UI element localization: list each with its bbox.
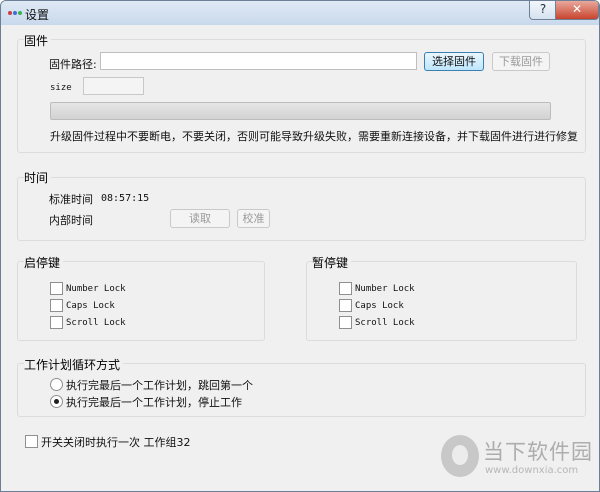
schedule-stop-label[interactable]: 执行完最后一个工作计划，停止工作 xyxy=(66,394,242,410)
pause-key-scrolllock-label[interactable]: Scroll Lock xyxy=(355,318,415,328)
upgrade-progress-bar xyxy=(50,102,551,120)
pause-key-section-title: 暂停键 xyxy=(312,254,352,271)
internal-time-label: 内部时间 xyxy=(49,214,93,227)
downxia-logo-icon xyxy=(441,435,479,477)
pause-key-numlock-label[interactable]: Number Lock xyxy=(355,284,415,294)
upgrade-warning-text: 升级固件过程中不要断电，不要关闭，否则可能导致升级失败，需要重新连接设备，并下载… xyxy=(50,130,578,143)
size-label: size xyxy=(50,83,72,93)
watermark-url: www.downxia.com xyxy=(485,465,579,476)
firmware-section-title: 固件 xyxy=(24,32,52,49)
start-key-scrolllock-checkbox[interactable] xyxy=(50,316,63,329)
download-firmware-button[interactable]: 下载固件 xyxy=(492,52,550,71)
watermark: 当下软件园 www.downxia.com xyxy=(441,433,593,483)
pause-key-scrolllock-checkbox[interactable] xyxy=(339,316,352,329)
start-key-capslock-label[interactable]: Caps Lock xyxy=(66,301,115,311)
size-field xyxy=(83,77,144,95)
title-bar[interactable]: 设置 ? ✕ xyxy=(1,1,599,25)
startup-checkbox[interactable] xyxy=(25,435,38,448)
pause-key-capslock-label[interactable]: Caps Lock xyxy=(355,301,404,311)
pause-key-numlock-checkbox[interactable] xyxy=(339,282,352,295)
schedule-stop-radio[interactable] xyxy=(50,395,63,408)
firmware-path-label: 固件路径: xyxy=(49,58,97,71)
standard-time-value: 08:57:15 xyxy=(101,193,150,204)
calibrate-button[interactable]: 校准 xyxy=(237,209,270,228)
start-key-section-title: 启停键 xyxy=(24,254,64,271)
watermark-name: 当下软件园 xyxy=(483,440,593,464)
help-button[interactable]: ? xyxy=(529,1,557,20)
schedule-loop-radio[interactable] xyxy=(50,378,63,391)
app-dots-icon xyxy=(8,9,22,17)
pause-key-capslock-checkbox[interactable] xyxy=(339,299,352,312)
standard-time-label: 标准时间 xyxy=(49,193,93,206)
start-key-capslock-checkbox[interactable] xyxy=(50,299,63,312)
window-title: 设置 xyxy=(25,8,50,22)
close-button[interactable]: ✕ xyxy=(555,1,599,20)
settings-window: 设置 ? ✕ 固件 固件路径: 选择固件 下载固件 size 升级固件过程中不要… xyxy=(0,0,600,492)
start-key-numlock-label[interactable]: Number Lock xyxy=(66,284,126,294)
schedule-loop-label[interactable]: 执行完最后一个工作计划，跳回第一个 xyxy=(66,377,253,393)
startup-label[interactable]: 开关关闭时执行一次 工作组32 xyxy=(41,434,191,450)
start-key-scrolllock-label[interactable]: Scroll Lock xyxy=(66,318,126,328)
time-section-title: 时间 xyxy=(24,169,52,186)
time-group xyxy=(17,177,586,241)
schedule-section-title: 工作计划循环方式 xyxy=(24,356,124,373)
start-key-numlock-checkbox[interactable] xyxy=(50,282,63,295)
select-firmware-button[interactable]: 选择固件 xyxy=(424,52,484,71)
firmware-path-input[interactable] xyxy=(100,52,417,70)
read-button[interactable]: 读取 xyxy=(170,209,230,228)
